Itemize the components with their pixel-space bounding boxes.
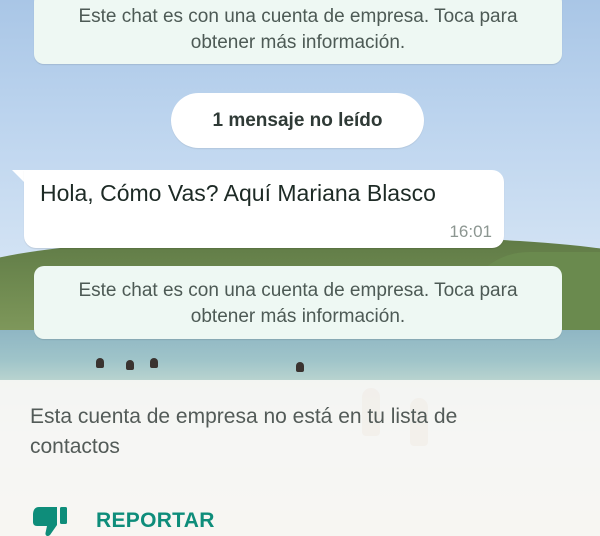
business-account-notice[interactable]: Este chat es con una cuenta de empresa. … [34, 0, 562, 64]
unread-messages-label: 1 mensaje no leído [212, 109, 383, 131]
wallpaper-swimmer [150, 358, 158, 368]
thumbs-down-icon [33, 507, 67, 536]
unread-messages-banner: 1 mensaje no leído [171, 93, 424, 148]
business-account-notice-text: Este chat es con una cuenta de empresa. … [78, 280, 518, 327]
business-account-notice[interactable]: Este chat es con una cuenta de empresa. … [34, 266, 562, 339]
report-button[interactable]: REPORTAR [30, 504, 215, 536]
message-timestamp: 16:01 [449, 222, 492, 241]
message-text: Hola, Cómo Vas? Aquí Mariana Blasco [40, 180, 436, 206]
report-label: REPORTAR [96, 509, 215, 532]
wallpaper-swimmer [96, 358, 104, 368]
incoming-message[interactable]: Hola, Cómo Vas? Aquí Mariana Blasco 16:0… [24, 170, 504, 248]
wallpaper-swimmer [126, 360, 134, 370]
chat-screen: Este chat es con una cuenta de empresa. … [0, 0, 600, 536]
wallpaper-swimmer [296, 362, 304, 372]
unknown-contact-text: Esta cuenta de empresa no está en tu lis… [30, 405, 458, 458]
business-account-notice-text: Este chat es con una cuenta de empresa. … [78, 6, 518, 53]
